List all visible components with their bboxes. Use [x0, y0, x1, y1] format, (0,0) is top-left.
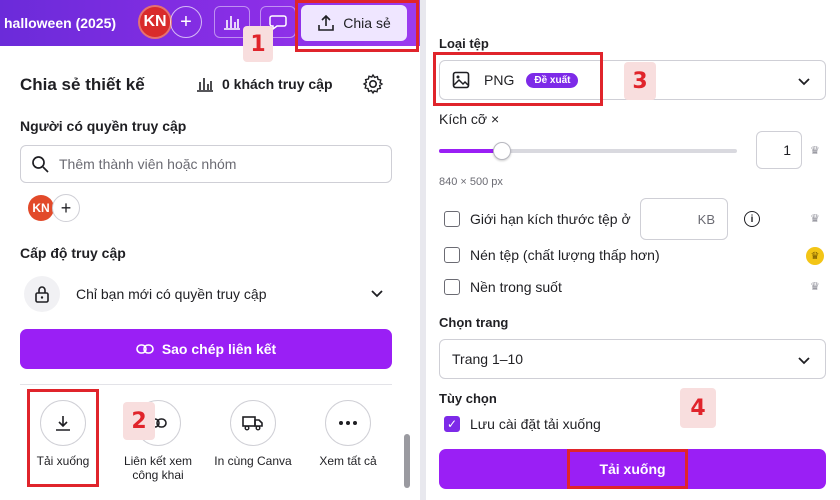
option-label: Xem tất cả: [319, 454, 377, 468]
access-level-dropdown[interactable]: Chỉ bạn mới có quyền truy cập: [24, 276, 394, 312]
copy-link-button[interactable]: Sao chép liên kết: [20, 329, 392, 369]
annotation-box-share: [295, 0, 419, 52]
dimensions-text: 840 × 500 px: [439, 176, 503, 188]
annotation-step-1: 1: [243, 26, 273, 62]
transparent-checkbox[interactable]: [444, 279, 460, 295]
size-input[interactable]: 1: [756, 131, 802, 169]
lock-icon-wrap: [24, 276, 60, 312]
annotation-box-file-type: [433, 52, 603, 106]
chevron-down-icon: [371, 290, 383, 298]
bar-chart-icon: [224, 16, 240, 30]
user-avatar[interactable]: KN: [138, 5, 172, 39]
search-placeholder: Thêm thành viên hoặc nhóm: [59, 156, 237, 172]
compress-label: Nén tệp (chất lượng thấp hơn): [470, 247, 660, 263]
people-access-label: Người có quyền truy cập: [20, 118, 187, 134]
compress-option[interactable]: Nén tệp (chất lượng thấp hơn): [444, 247, 660, 263]
kb-input[interactable]: KB: [640, 198, 728, 240]
bar-chart-icon: [197, 78, 213, 92]
file-type-label: Loại tệp: [439, 36, 489, 51]
search-input[interactable]: Thêm thành viên hoặc nhóm: [20, 145, 392, 183]
save-settings-label: Lưu cài đặt tải xuống: [470, 416, 601, 432]
size-slider[interactable]: [439, 142, 737, 160]
document-title[interactable]: halloween (2025): [4, 15, 116, 31]
truck-icon: [242, 416, 263, 431]
copy-link-label: Sao chép liên kết: [161, 341, 277, 357]
info-icon[interactable]: i: [744, 211, 760, 227]
crown-icon: ♛: [810, 213, 820, 225]
annotation-step-2: 2: [123, 402, 155, 440]
visitors-count: 0 khách truy cập: [222, 76, 333, 92]
option-print[interactable]: In cùng Canva: [213, 400, 293, 468]
page-select-dropdown[interactable]: Trang 1–10: [439, 339, 826, 379]
save-settings-checkbox[interactable]: ✓: [444, 416, 460, 432]
limit-size-option[interactable]: Giới hạn kích thước tệp ở: [444, 211, 631, 227]
page-select-label: Chọn trang: [439, 315, 509, 330]
access-level-label: Cấp độ truy cập: [20, 245, 126, 261]
link-icon: [136, 344, 154, 354]
compress-checkbox[interactable]: [444, 247, 460, 263]
add-member-button[interactable]: +: [52, 194, 80, 222]
size-label: Kích cỡ ×: [439, 111, 500, 127]
scrollbar[interactable]: [404, 434, 410, 488]
crown-icon: ♛: [810, 281, 820, 293]
more-icon: [339, 421, 357, 425]
annotation-step-4: 4: [680, 388, 716, 428]
truck-icon-wrap: [230, 400, 276, 446]
options-label: Tùy chọn: [439, 391, 497, 406]
slider-thumb[interactable]: [492, 142, 511, 160]
search-icon: [32, 156, 49, 173]
lock-icon: [35, 286, 49, 303]
divider: [20, 384, 392, 385]
save-settings-option[interactable]: ✓ Lưu cài đặt tải xuống: [444, 416, 601, 432]
chevron-down-icon: [798, 357, 810, 365]
share-panel-title: Chia sẻ thiết kế: [20, 75, 145, 94]
option-label: In cùng Canva: [214, 454, 292, 468]
crown-icon: ♛: [806, 247, 824, 265]
annotation-box-download-button: [567, 449, 688, 489]
member-avatar[interactable]: KN: [28, 195, 54, 221]
add-collaborator-button[interactable]: +: [170, 6, 202, 38]
gear-icon[interactable]: [362, 73, 384, 95]
annotation-box-download: [27, 389, 99, 487]
chevron-down-icon: [798, 78, 810, 86]
transparent-label: Nền trong suốt: [470, 279, 562, 295]
crown-icon: ♛: [810, 145, 820, 157]
annotation-step-3: 3: [624, 62, 656, 100]
limit-size-checkbox[interactable]: [444, 211, 460, 227]
option-see-all[interactable]: Xem tất cả: [308, 400, 388, 468]
page-select-value: Trang 1–10: [452, 351, 524, 367]
option-label: Liên kết xem công khai: [123, 454, 193, 482]
kb-unit: KB: [697, 211, 715, 227]
limit-size-label: Giới hạn kích thước tệp ở: [470, 211, 631, 227]
visitors-link[interactable]: 0 khách truy cập: [196, 76, 333, 92]
access-level-value: Chỉ bạn mới có quyền truy cập: [76, 286, 267, 302]
more-icon-wrap: [325, 400, 371, 446]
transparent-option[interactable]: Nền trong suốt: [444, 279, 562, 295]
